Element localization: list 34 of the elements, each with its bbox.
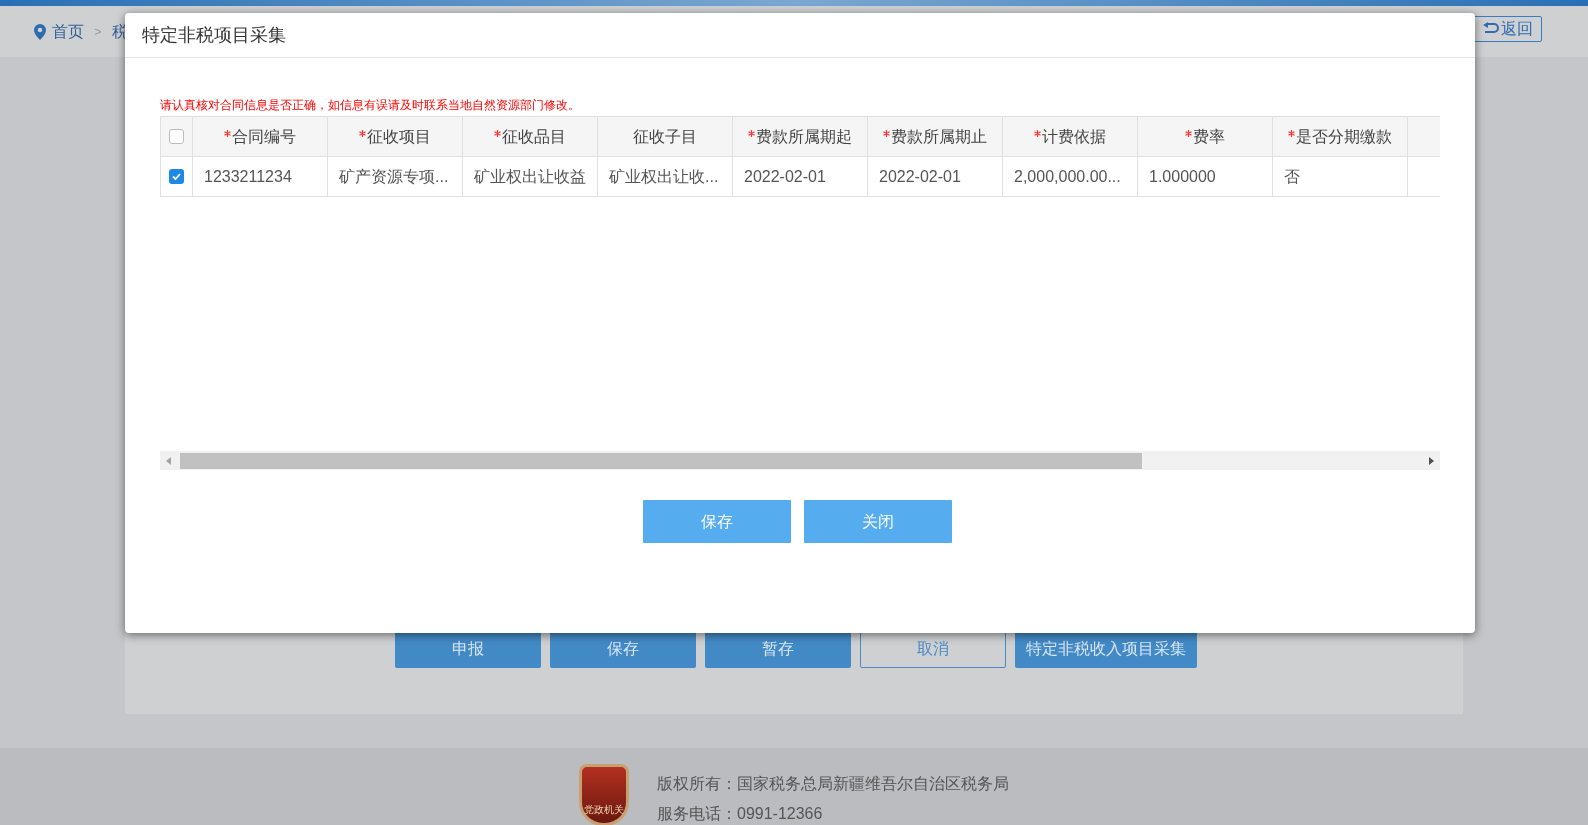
table-cell: 矿业权出让收益: [463, 157, 598, 196]
column-label: 征收项目: [367, 126, 431, 147]
check-mark-icon: [171, 171, 182, 182]
notice-text: 请认真核对合同信息是否正确，如信息有误请及时联系当地自然资源部门修改。: [160, 97, 581, 113]
dialog-title: 特定非税项目采集: [142, 23, 286, 47]
dialog-button[interactable]: 保存: [643, 500, 791, 543]
table-cell: 1.000000: [1138, 157, 1273, 196]
table-cell: 矿产资源专项...: [328, 157, 463, 196]
table-cell: 矿业权出让收...: [598, 157, 733, 196]
dialog-button[interactable]: 关闭: [804, 500, 952, 543]
service-phone-text: 服务电话：0991-12366: [657, 804, 824, 824]
column-label: 费款所属期止: [891, 126, 987, 147]
breadcrumb-separator: >: [94, 22, 102, 41]
column-label: 费率: [1193, 126, 1225, 147]
row-checkbox[interactable]: [169, 169, 184, 184]
table-cell: 1233211234: [193, 157, 328, 196]
column-label: 合同编号: [232, 126, 296, 147]
table-cell: 2022-02-01: [868, 157, 1003, 196]
table-cell: 否: [1273, 157, 1408, 196]
table-cell: 2022-02-01: [733, 157, 868, 196]
column-label: 费款所属期起: [756, 126, 852, 147]
column-label: 计费依据: [1042, 126, 1106, 147]
return-arrow-icon: [1481, 21, 1500, 36]
table-cell: 2,000,000.00...: [1003, 157, 1138, 196]
copyright-text: 版权所有：国家税务总局新疆维吾尔自治区税务局: [657, 774, 1009, 794]
select-all-checkbox[interactable]: [169, 129, 184, 144]
column-label: 征收子目: [633, 126, 697, 147]
scroll-right-icon[interactable]: [1429, 456, 1434, 465]
scroll-left-icon[interactable]: [166, 456, 171, 465]
location-pin-icon: [34, 23, 46, 40]
column-label: 征收品目: [502, 126, 566, 147]
column-label: 是否分期缴款: [1296, 126, 1392, 147]
breadcrumb-link[interactable]: 首页: [52, 19, 84, 44]
logo-text: 党政机关: [584, 805, 624, 815]
